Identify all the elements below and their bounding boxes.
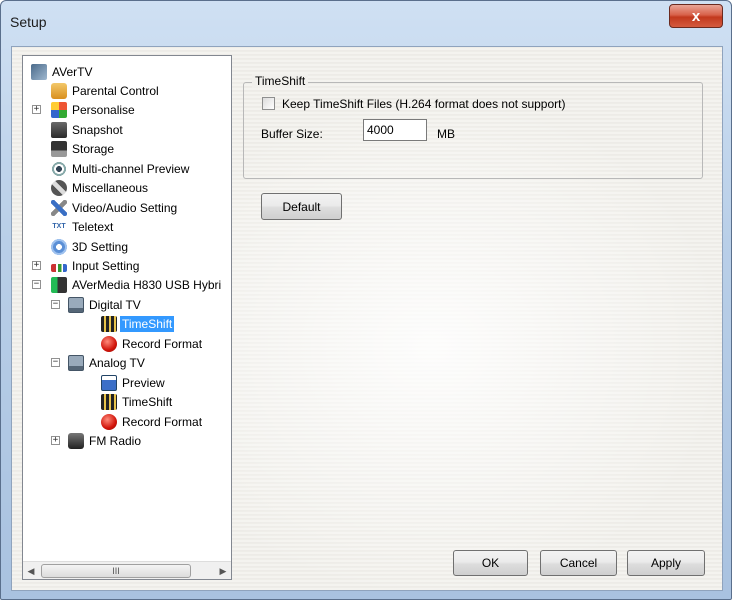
close-icon: x [691,7,701,25]
tree-item-fm-radio[interactable]: FM Radio [68,431,143,450]
tree-item-storage[interactable]: Storage [51,139,116,158]
close-button[interactable]: x [669,4,723,28]
tree-item-label: Parental Control [72,83,159,98]
tree-item-label: FM Radio [89,433,142,448]
tree-item-label: Record Format [122,336,203,351]
keep-timeshift-files-checkbox[interactable] [262,97,275,110]
expand-fm-radio-toggle[interactable]: + [51,436,60,445]
tree-item-3d-setting[interactable]: 3D Setting [51,237,130,256]
tree-item-analog-preview[interactable]: Preview [101,373,167,392]
personalise-icon [51,101,67,118]
avertv-app-icon [31,63,47,80]
tree-item-label: Record Format [122,414,203,429]
apply-button[interactable]: Apply [627,550,705,576]
record-icon [101,335,117,352]
tree-item-label: 3D Setting [72,239,129,254]
expand-input-setting-toggle[interactable]: + [32,261,41,270]
tree-item-input-setting[interactable]: Input Setting [51,256,141,275]
tree-item-label: AVerMedia H830 USB Hybri [72,277,222,292]
settings-tree: AVerTV Parental Control + Personalise Sn… [23,56,231,561]
tree-item-label: Personalise [72,102,135,117]
gear-3d-icon [51,238,67,255]
default-button[interactable]: Default [261,193,342,220]
collapse-analog-tv-toggle[interactable]: − [51,358,60,367]
settings-tree-panel: AVerTV Parental Control + Personalise Sn… [22,55,232,580]
tree-item-analog-timeshift[interactable]: TimeShift [101,392,174,411]
tree-item-label: Miscellaneous [72,180,149,195]
tree-item-miscellaneous[interactable]: Miscellaneous [51,178,150,197]
tree-item-snapshot[interactable]: Snapshot [51,120,125,139]
tree-item-label: Video/Audio Setting [72,200,178,215]
misc-icon [51,179,67,196]
buffer-size-input[interactable] [363,119,427,141]
teletext-icon: TXT [52,222,66,230]
collapse-avermedia-toggle[interactable]: − [32,280,41,289]
tree-item-avermedia-h830[interactable]: AVerMedia H830 USB Hybri [51,275,223,294]
tree-item-multi-channel-preview[interactable]: Multi-channel Preview [51,159,191,178]
tree-item-personalise[interactable]: Personalise [51,100,137,119]
record-icon [101,413,117,430]
tree-item-label: Digital TV [89,297,141,312]
floppy-disk-icon [51,140,67,157]
cancel-button[interactable]: Cancel [540,550,617,576]
tree-item-label: Input Setting [72,258,140,273]
film-timeshift-icon [101,315,117,332]
tree-item-label: Multi-channel Preview [72,161,190,176]
scroll-left-icon[interactable]: ◀ [25,565,37,577]
input-icon [51,263,67,272]
analog-tv-icon [68,354,84,371]
tree-item-label: Storage [72,141,115,156]
tree-item-video-audio-setting[interactable]: Video/Audio Setting [51,198,179,217]
keep-timeshift-files-label[interactable]: Keep TimeShift Files (H.264 format does … [282,97,565,111]
tools-icon [51,199,67,216]
tree-item-digital-timeshift[interactable]: TimeShift [101,314,175,333]
tree-item-analog-tv[interactable]: Analog TV [68,353,147,372]
eye-icon [51,160,67,177]
radio-icon [68,432,84,449]
digital-tv-icon [68,296,84,313]
tree-item-label: Preview [122,375,165,390]
tree-item-label: TimeShift [120,315,175,332]
tree-item-digital-record-format[interactable]: Record Format [101,334,204,353]
film-timeshift-icon [101,393,117,410]
lock-icon [51,82,67,99]
tree-item-avertv[interactable]: AVerTV [31,62,94,81]
preview-icon [101,374,117,391]
buffer-size-label: Buffer Size: [261,127,323,141]
tree-item-label: TimeShift [122,394,173,409]
tree-item-label: Snapshot [72,122,123,137]
buffer-size-unit: MB [437,127,455,141]
tree-item-parental-control[interactable]: Parental Control [51,81,161,100]
tree-item-label: Analog TV [89,355,145,370]
tree-item-digital-tv[interactable]: Digital TV [68,295,143,314]
scroll-right-icon[interactable]: ▶ [217,565,229,577]
tv-stick-icon [51,276,67,293]
title-bar[interactable]: Setup x [1,1,731,41]
expand-personalise-toggle[interactable]: + [32,105,41,114]
tree-item-label: AVerTV [52,64,93,79]
tree-horizontal-scrollbar[interactable]: ◀ III ▶ [23,561,231,579]
window-title: Setup [10,14,47,30]
collapse-digital-tv-toggle[interactable]: − [51,300,60,309]
camera-icon [51,121,67,138]
scroll-thumb[interactable]: III [41,564,191,578]
timeshift-group-title: TimeShift [252,74,309,88]
tree-item-teletext[interactable]: TXT Teletext [51,217,115,236]
ok-button[interactable]: OK [453,550,528,576]
tree-item-label: Teletext [72,219,114,234]
tree-item-analog-record-format[interactable]: Record Format [101,412,204,431]
